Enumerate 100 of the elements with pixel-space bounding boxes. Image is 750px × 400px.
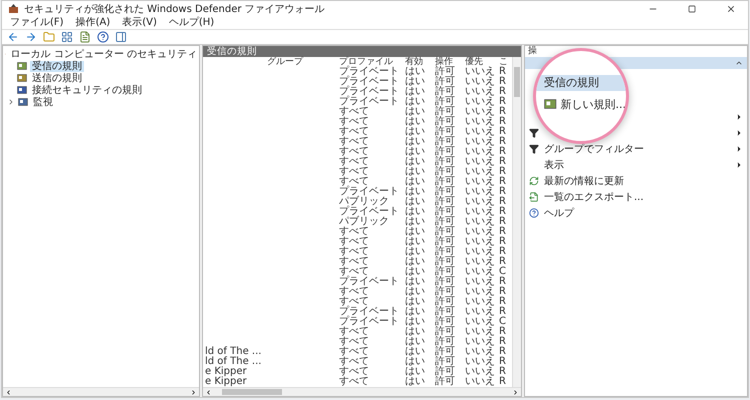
table-cell-text: R [498,257,507,267]
table-cell-text: 許可 [434,337,456,347]
table-cell-text: はい [404,207,426,217]
help-button[interactable] [96,30,110,44]
column-header[interactable]: 有効 [403,57,433,68]
scroll-right-icon[interactable] [512,388,519,396]
table-cell-text: R [498,297,507,307]
table-cell-text: すべて [338,167,370,177]
table-cell-text: 許可 [434,367,456,377]
table-cell-text: いいえ [464,287,496,297]
table-cell-text: e Kipper [204,367,248,377]
submenu-arrow-icon[interactable] [735,113,743,121]
action-item[interactable]: 一覧のエクスポート... [544,190,743,204]
tree-item[interactable]: ローカル コンピューター のセキュリティ [8,48,199,60]
scroll-left-icon[interactable] [205,388,212,396]
menu-item[interactable]: ヘルプ(H) [164,16,218,28]
table-cell-text: R [498,67,507,77]
table-cell-text: すべて [338,287,370,297]
table-cell-text: プライベート [338,87,400,97]
horizontal-scrollbar[interactable] [203,387,521,396]
table-cell-text: 許可 [434,187,456,197]
table-cell-text: パブリック [338,217,390,227]
table-cell-text: はい [404,167,426,177]
table-cell-text: いいえ [464,207,496,217]
action-item[interactable]: 最新の情報に更新 [544,174,743,188]
table-cell-text: 許可 [434,247,456,257]
table-cell-text: いいえ [464,277,496,287]
table-cell-text: 許可 [434,287,456,297]
table-cell-text: いいえ [464,67,496,77]
scroll-left-icon[interactable] [5,388,12,396]
table-cell-text: はい [404,377,426,387]
table-cell-text: すべて [338,267,369,277]
panel-button[interactable] [114,30,128,44]
table-cell-text: いいえ [464,337,496,347]
section-title: 受信の規則 [536,74,626,90]
filter-icon [529,144,539,154]
expand-icon[interactable] [7,98,15,106]
table-cell-text: はい [404,87,426,97]
table-cell-text: いいえ [464,257,496,267]
submenu-arrow-icon[interactable] [735,145,743,153]
table-cell-text: はい [404,157,426,167]
action-item[interactable]: 表示 [544,158,731,172]
table-cell-text: はい [404,77,426,87]
table-cell-text: プライベート [338,277,400,287]
pane-title: 受信の規則 [203,46,521,57]
table-cell-text: いいえ [464,97,496,107]
document-button[interactable] [78,30,92,44]
table-cell-text: パブリック [338,197,390,207]
submenu-arrow-icon[interactable] [735,129,743,137]
table-cell-text: すべて [338,257,370,267]
table-cell-text: はい [404,307,426,317]
collapse-icon[interactable] [735,59,743,67]
table-cell-text: いいえ [464,307,496,317]
menu-item[interactable]: 表示(V) [118,16,161,28]
new-rule-link[interactable]: 新しい規則... [560,96,626,112]
table-cell-text: プライベート [338,207,400,217]
table-cell-text: R [498,147,507,157]
table-cell-text: R [498,207,507,217]
table-cell-text: はい [404,317,426,327]
table-cell-text: R [498,277,507,287]
submenu-arrow-icon[interactable] [735,161,743,169]
back-button[interactable] [6,30,20,44]
table-cell-text: すべて [338,227,370,237]
table-cell-text: R [498,227,507,237]
tree-item[interactable]: 送信の規則 [30,72,84,84]
table-cell-text: はい [404,277,426,287]
table-cell-text: 許可 [434,107,456,117]
table-cell-text: R [498,117,507,127]
table-cell-text: はい [404,177,426,187]
grid-view-button[interactable] [60,30,74,44]
action-item[interactable]: グループでフィルター [544,142,731,156]
tree-item[interactable]: 受信の規則 [30,60,84,72]
table-cell-text: ld of The ... [204,347,262,357]
table-cell-text: 許可 [434,167,456,177]
table-cell-text: いいえ [464,327,496,337]
table-cell-text: いいえ [464,137,496,147]
table-cell-text: R [498,77,507,87]
table-cell-text: 許可 [434,97,456,107]
tree-item[interactable]: 監視 [31,96,55,108]
tree-item[interactable]: 接続セキュリティの規則 [30,84,144,96]
menu-item[interactable]: 操作(A) [72,16,114,28]
scroll-right-icon[interactable] [190,388,197,396]
table-cell-text: 許可 [434,357,456,367]
action-item[interactable]: ヘルプ [544,206,743,220]
table-cell-text: いいえ [464,197,496,207]
table-cell-text: R [498,217,507,227]
table-cell-text: R [498,307,507,317]
table-cell-text: 許可 [434,217,456,227]
column-header[interactable]: こ [497,57,511,68]
vertical-scrollbar[interactable] [512,57,521,387]
table-cell-text: はい [404,237,426,247]
horizontal-scrollbar[interactable] [3,387,199,396]
forward-button[interactable] [24,30,38,44]
table-cell-text: R [498,237,507,247]
table-cell-text: いいえ [464,217,496,227]
column-header[interactable]: 優先 [463,57,497,68]
table-cell-text: 許可 [434,137,456,147]
column-header[interactable]: グループ [265,57,337,68]
table-cell-text: すべて [338,127,370,137]
menu-item[interactable]: ファイル(F) [6,16,68,28]
